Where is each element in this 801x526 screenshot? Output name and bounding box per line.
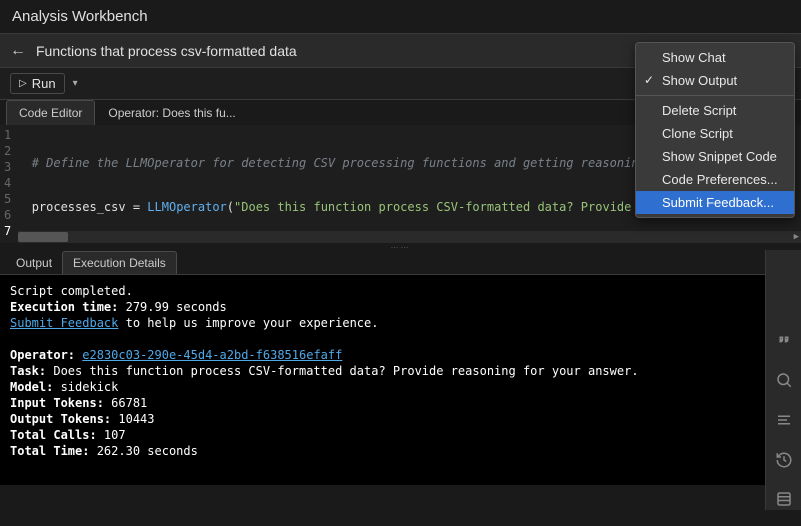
disk-icon[interactable] (772, 488, 796, 510)
menu-delete-script[interactable]: Delete Script (636, 99, 794, 122)
quote-icon[interactable] (772, 330, 796, 352)
scrollbar-thumb[interactable] (18, 232, 68, 242)
tab-operator[interactable]: Operator: Does this fu... (95, 100, 248, 125)
back-arrow-icon[interactable]: ← (10, 42, 26, 60)
run-button[interactable]: ▷ Run (10, 73, 65, 94)
history-icon[interactable] (772, 449, 796, 471)
menu-clone-script[interactable]: Clone Script (636, 122, 794, 145)
lines-icon[interactable] (772, 409, 796, 431)
menu-show-chat[interactable]: Show Chat (636, 46, 794, 69)
tab-code-editor[interactable]: Code Editor (6, 100, 95, 125)
code-content[interactable]: # Define the LLMOperator for detecting C… (17, 125, 653, 243)
output-panel: Script completed. Execution time: 279.99… (0, 275, 801, 485)
run-label: Run (32, 76, 56, 91)
menu-show-output[interactable]: Show Output (636, 69, 794, 92)
run-dropdown-icon[interactable]: ▾ (73, 78, 78, 89)
submit-feedback-link[interactable]: Submit Feedback (10, 316, 118, 330)
splitter-handle[interactable]: …… (0, 243, 801, 251)
tab-execution-details[interactable]: Execution Details (62, 251, 177, 274)
right-rail (765, 250, 801, 510)
tab-output[interactable]: Output (6, 252, 62, 274)
menu-separator (636, 95, 794, 96)
line-gutter: 1 2 3 4 5 6 7 (0, 125, 17, 243)
menu-code-preferences[interactable]: Code Preferences... (636, 168, 794, 191)
output-tabs: Output Execution Details × (0, 251, 801, 275)
menu-show-snippet[interactable]: Show Snippet Code (636, 145, 794, 168)
context-menu: Show Chat Show Output Delete Script Clon… (635, 42, 795, 218)
play-icon: ▷ (19, 78, 27, 89)
search-icon[interactable] (772, 370, 796, 392)
menu-submit-feedback[interactable]: Submit Feedback... (636, 191, 794, 214)
operator-id-link[interactable]: e2830c03-290e-45d4-a2bd-f638516efaff (82, 348, 342, 362)
horizontal-scrollbar[interactable]: ▶ (18, 231, 801, 243)
window-title: Analysis Workbench (0, 0, 801, 33)
scrollbar-right-arrow-icon[interactable]: ▶ (794, 231, 799, 243)
